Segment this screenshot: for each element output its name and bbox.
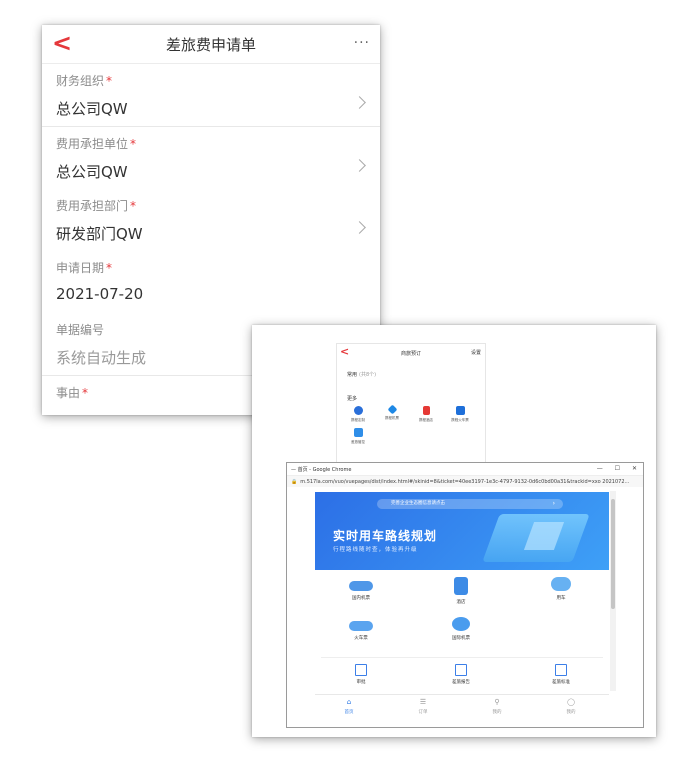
tab-home[interactable]: ⌂ 首页	[319, 698, 379, 715]
field-label: 单据编号	[56, 323, 105, 337]
approval-icon	[355, 664, 367, 676]
service-grid: 国内机票 酒店 用车 火车票 国际机票	[321, 573, 603, 655]
field-apply-date[interactable]: 申请日期 * 2021-07-20	[42, 251, 380, 313]
banner-title: 实时用车路线规划	[333, 529, 438, 543]
train-icon	[349, 621, 373, 631]
field-label: 申请日期	[56, 261, 105, 275]
lock-icon: 🔒	[291, 478, 298, 485]
banner-subtitle: 行程路线随时查，体验再升级	[333, 547, 418, 553]
required-mark: *	[130, 137, 137, 151]
field-label: 财务组织	[56, 74, 105, 88]
field-cost-unit[interactable]: 费用承担单位 * 总公司QW	[42, 127, 380, 189]
app-ctrip-flight[interactable]: 携程机票	[377, 404, 407, 421]
field-value: 总公司QW	[56, 163, 128, 181]
required-mark: *	[106, 261, 113, 275]
page-content: 完善企业生态圈信息请点击 › 实时用车路线规划 行程路线随时查，体验再升级 国内…	[287, 487, 643, 727]
standard-icon	[555, 664, 567, 676]
explore-icon: ⚲	[494, 698, 500, 706]
report-icon	[455, 664, 467, 676]
train-icon	[455, 406, 465, 415]
settings-link[interactable]: 设置	[471, 349, 481, 356]
back-icon[interactable]: <	[340, 345, 349, 358]
field-label: 事由	[56, 386, 81, 400]
service-domestic-flight[interactable]: 国内机票	[321, 581, 401, 601]
field-finance-org[interactable]: 财务组织 * 总公司QW	[42, 64, 380, 126]
tool-approval[interactable]: 审批	[321, 664, 401, 685]
travel-control-icon	[353, 428, 363, 437]
more-icon[interactable]: ···	[354, 35, 370, 51]
tab-orders[interactable]: ☰ 订单	[393, 698, 453, 715]
chevron-right-icon: ›	[552, 500, 555, 507]
back-icon[interactable]: <	[52, 31, 72, 55]
hotel-icon	[454, 577, 468, 595]
tab-explore[interactable]: ⚲ 我的	[467, 698, 527, 715]
service-car[interactable]: 用车	[521, 577, 601, 601]
window-titlebar: — 首页 - Google Chrome — ☐ ✕	[287, 463, 643, 476]
common-section-title: 常用 (共8个)	[347, 372, 377, 378]
app-travel-control[interactable]: 差旅管控	[343, 428, 373, 445]
home-icon: ⌂	[346, 698, 352, 706]
field-cost-dept[interactable]: 费用承担部门 * 研发部门QW	[42, 189, 380, 251]
scrollbar-thumb[interactable]	[611, 499, 615, 609]
tool-row: 审批 差旅报告 差旅标准	[321, 657, 603, 688]
service-hotel[interactable]: 酒店	[421, 577, 501, 605]
url-text: m.517la.com/vuo/vuepages/dist/index.html…	[300, 478, 630, 485]
form-header: < 差旅费申请单 ···	[42, 25, 380, 64]
user-icon: ◯	[567, 698, 575, 706]
required-mark: *	[130, 199, 137, 213]
window-controls[interactable]: — ☐ ✕	[597, 465, 637, 472]
airplane-icon	[349, 581, 373, 591]
tool-travel-report[interactable]: 差旅报告	[421, 664, 501, 685]
airplane-icon	[452, 617, 470, 631]
ctrip-custom-icon	[353, 406, 363, 415]
service-intl-flight[interactable]: 国际机票	[421, 617, 501, 641]
travel-booking-panel: < 商旅预订 设置 常用 (共8个) 更多 携程定制 携程机票 携程酒店 携程火车…	[336, 343, 486, 463]
required-mark: *	[82, 386, 89, 400]
app-ctrip-custom[interactable]: 携程定制	[343, 406, 373, 423]
page-title: 差旅费申请单	[165, 35, 256, 54]
more-section-title: 更多	[347, 396, 358, 402]
airplane-icon	[387, 404, 397, 415]
window-title: — 首页 - Google Chrome	[291, 466, 352, 473]
app-ctrip-train[interactable]: 携程火车票	[445, 406, 475, 423]
app-ctrip-hotel[interactable]: 携程酒店	[411, 406, 441, 423]
travel-app-screenshot: < 商旅预订 设置 常用 (共8个) 更多 携程定制 携程机票 携程酒店 携程火车…	[252, 325, 656, 737]
field-label: 费用承担单位	[56, 137, 129, 151]
field-value: 2021-07-20	[56, 285, 144, 303]
car-icon	[551, 577, 571, 591]
field-label: 费用承担部门	[56, 199, 129, 213]
banner-notice[interactable]: 完善企业生态圈信息请点击 ›	[377, 499, 563, 509]
orders-icon: ☰	[419, 698, 427, 706]
field-value: 总公司QW	[56, 100, 128, 118]
tool-travel-standard[interactable]: 差旅标准	[521, 664, 601, 685]
chrome-window: — 首页 - Google Chrome — ☐ ✕ 🔒 m.517la.com…	[286, 462, 644, 728]
service-train[interactable]: 火车票	[321, 621, 401, 641]
promo-banner[interactable]: 完善企业生态圈信息请点击 › 实时用车路线规划 行程路线随时查，体验再升级	[315, 492, 609, 570]
hotel-icon	[422, 406, 430, 415]
tab-profile[interactable]: ◯ 我的	[541, 698, 601, 715]
required-mark: *	[106, 74, 113, 88]
page-title: 商旅预订	[400, 350, 421, 357]
field-value: 研发部门QW	[56, 225, 143, 243]
bottom-tab-bar: ⌂ 首页 ☰ 订单 ⚲ 我的 ◯ 我的	[315, 694, 609, 721]
scrollbar[interactable]	[610, 491, 616, 691]
